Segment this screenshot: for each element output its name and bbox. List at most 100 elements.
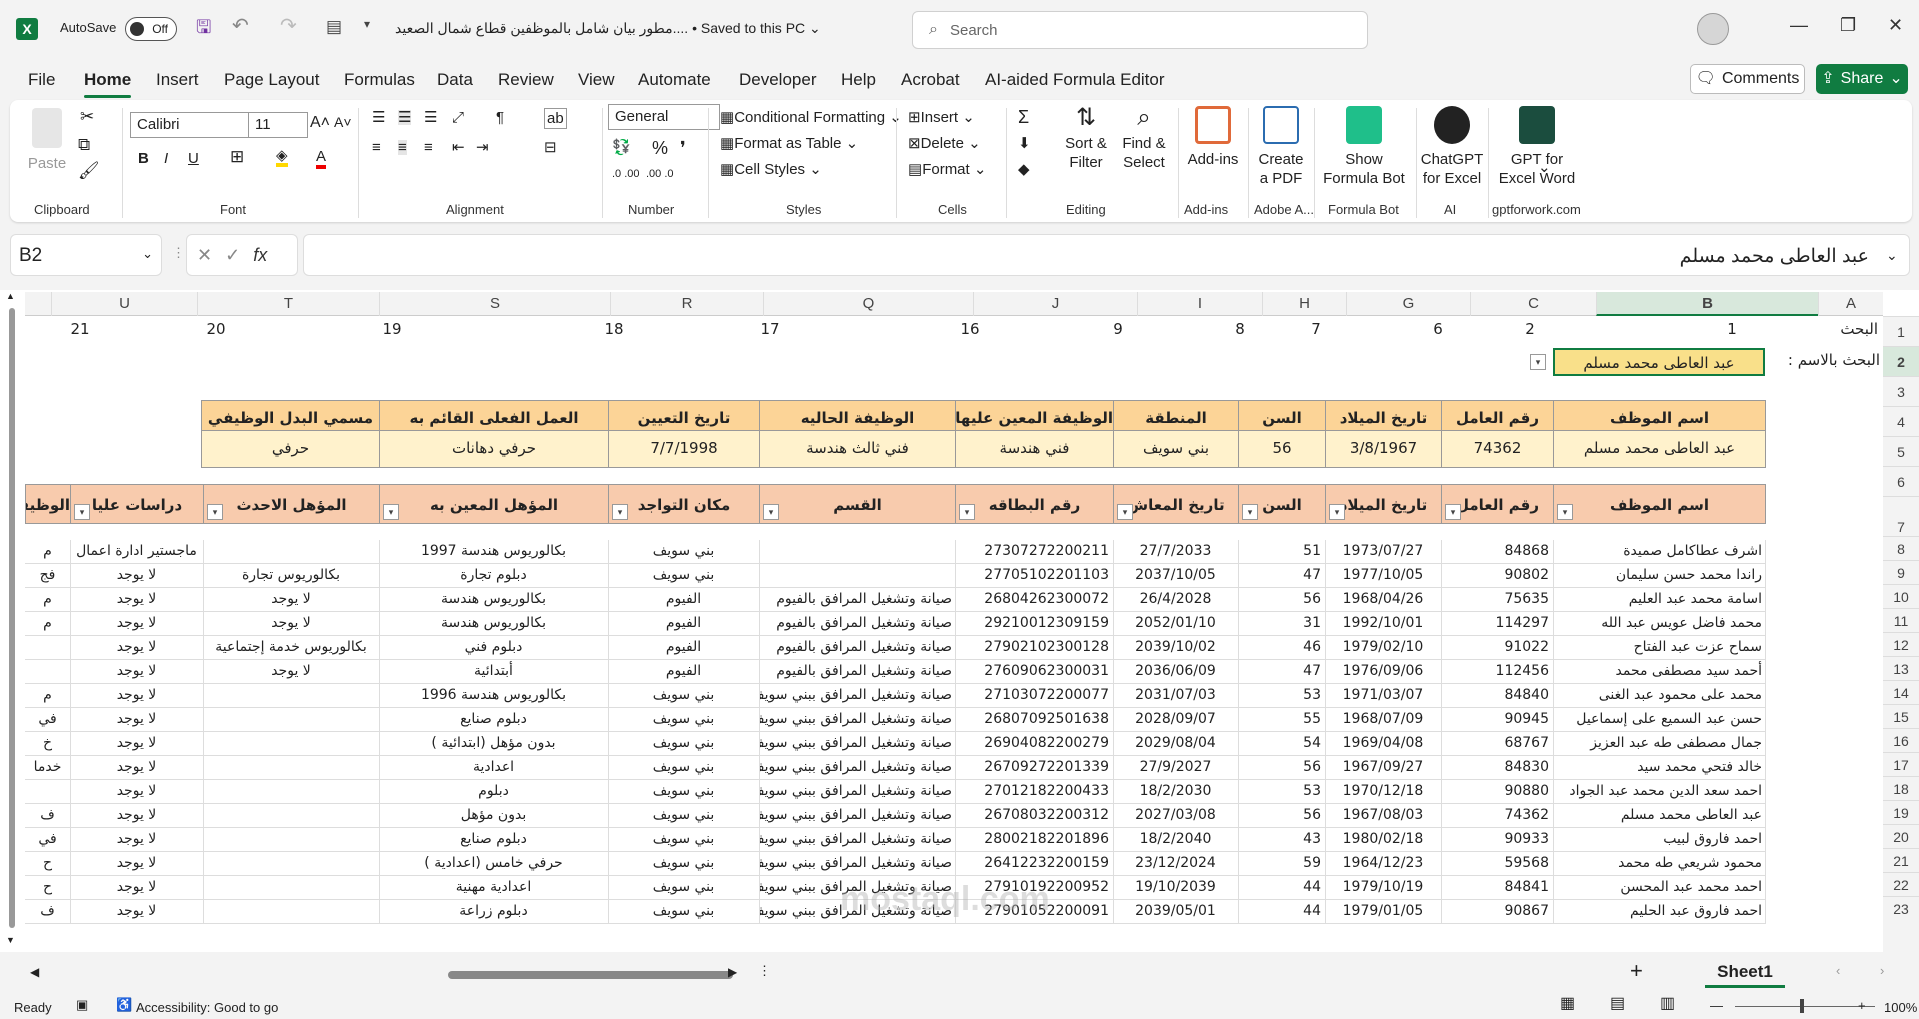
table-cell[interactable]: 2039/05/01: [1113, 900, 1239, 924]
close-icon[interactable]: ✕: [1888, 16, 1903, 34]
table-cell[interactable]: 1979/02/10: [1325, 636, 1442, 660]
filter-dropdown-icon[interactable]: ▾: [74, 504, 90, 520]
table-cell[interactable]: 56: [1238, 804, 1326, 828]
table-cell[interactable]: 1979/10/19: [1325, 876, 1442, 900]
search-box[interactable]: ⌕ Search: [912, 11, 1368, 49]
filter-dropdown-icon[interactable]: ▾: [1445, 504, 1461, 520]
table-cell[interactable]: خ: [25, 732, 71, 756]
next-sheet-icon[interactable]: ›: [1880, 964, 1884, 977]
table-cell[interactable]: م: [25, 540, 71, 564]
row-header[interactable]: 1: [1883, 316, 1919, 346]
table-cell[interactable]: 47: [1238, 564, 1326, 588]
table-cell[interactable]: بكالوريوس هندسة: [379, 612, 609, 636]
table-cell[interactable]: احمد سعد الدين محمد عبد الجواد: [1553, 780, 1766, 804]
tab-page-layout[interactable]: Page Layout: [224, 70, 319, 90]
create-pdf-button[interactable]: Create a PDF: [1254, 106, 1308, 188]
table-cell[interactable]: 53: [1238, 780, 1326, 804]
row-header[interactable]: 13: [1883, 656, 1919, 680]
table-cell[interactable]: 1967/08/03: [1325, 804, 1442, 828]
table-cell[interactable]: بني سويف: [608, 876, 760, 900]
table-cell[interactable]: عبد العاطى محمد مسلم: [1553, 804, 1766, 828]
table-cell[interactable]: 19/10/2039: [1113, 876, 1239, 900]
column-header[interactable]: B: [1596, 292, 1818, 316]
tab-developer[interactable]: Developer: [739, 70, 817, 90]
decrease-font-icon[interactable]: A˅: [334, 114, 352, 130]
table-cell[interactable]: 2036/06/09: [1113, 660, 1239, 684]
table-cell[interactable]: 2029/08/04: [1113, 732, 1239, 756]
table-cell[interactable]: 1970/12/18: [1325, 780, 1442, 804]
table-cell[interactable]: لا يوجد: [70, 732, 204, 756]
table-cell[interactable]: لا يوجد: [203, 588, 380, 612]
table-cell[interactable]: ماجستير ادارة اعمال: [70, 540, 204, 564]
table-cell[interactable]: 53: [1238, 684, 1326, 708]
row-header[interactable]: 22: [1883, 872, 1919, 896]
align-right-icon[interactable]: ≡: [424, 140, 433, 155]
paste-button[interactable]: Paste: [22, 108, 72, 173]
table-cell[interactable]: 1967/09/27: [1325, 756, 1442, 780]
redo-icon[interactable]: ↷: [280, 16, 297, 36]
worksheet[interactable]: ▲ ▼ ABCGHIJQRSTU 1 2 3 4 5 6 7 8 9 10 11 12 13 14 15 16…: [0, 290, 1919, 952]
orientation-icon[interactable]: ⤢: [452, 110, 464, 125]
table-cell[interactable]: احمد فاروق لبيب: [1553, 828, 1766, 852]
table-cell[interactable]: [25, 660, 71, 684]
table-cell[interactable]: 90802: [1441, 564, 1554, 588]
table-cell[interactable]: 44: [1238, 900, 1326, 924]
table-cell[interactable]: ف: [25, 804, 71, 828]
table-cell[interactable]: 1992/10/01: [1325, 612, 1442, 636]
column-header[interactable]: G: [1346, 292, 1470, 316]
table-cell[interactable]: 90945: [1441, 708, 1554, 732]
quick-access-more-icon[interactable]: ▾: [364, 18, 370, 30]
table-cell[interactable]: الفيوم: [608, 588, 760, 612]
table-cell[interactable]: لا يوجد: [203, 660, 380, 684]
borders-icon[interactable]: ⊞: [230, 148, 244, 165]
table-cell[interactable]: 1980/02/18: [1325, 828, 1442, 852]
table-cell[interactable]: احمد محمد عبد المحسن: [1553, 876, 1766, 900]
vertical-scrollbar[interactable]: ▲ ▼: [6, 292, 18, 946]
align-middle-icon[interactable]: ☰: [398, 110, 412, 125]
percent-icon[interactable]: %: [652, 138, 668, 159]
row-header[interactable]: 9: [1883, 560, 1919, 584]
autosave-toggle[interactable]: Off: [125, 17, 177, 41]
horizontal-scroll-thumb[interactable]: [448, 971, 733, 979]
table-cell[interactable]: 54: [1238, 732, 1326, 756]
column-header[interactable]: R: [610, 292, 763, 316]
table-cell[interactable]: الفيوم: [608, 660, 760, 684]
table-cell[interactable]: [203, 540, 380, 564]
filter-dropdown-icon[interactable]: ▾: [612, 504, 628, 520]
table-cell[interactable]: بكالوريوس تجارة: [203, 564, 380, 588]
table-cell[interactable]: 1973/07/27: [1325, 540, 1442, 564]
accounting-format-icon[interactable]: 💱: [612, 140, 631, 155]
table-cell[interactable]: لا يوجد: [70, 564, 204, 588]
document-title[interactable]: مطور بيان شامل بالموظفين قطاع شمال الصعي…: [395, 20, 821, 37]
save-icon[interactable]: 🖫: [196, 18, 211, 36]
normal-view-icon[interactable]: ▦: [1560, 996, 1575, 1012]
table-cell[interactable]: 1979/01/05: [1325, 900, 1442, 924]
table-cell[interactable]: دبلوم صنايع: [379, 828, 609, 852]
table-cell[interactable]: صيانة وتشغيل المرافق ببني سويف: [759, 684, 956, 708]
table-cell[interactable]: [203, 876, 380, 900]
table-cell[interactable]: دبلوم فني: [379, 636, 609, 660]
table-cell[interactable]: 2039/10/02: [1113, 636, 1239, 660]
row-header[interactable]: 5: [1883, 436, 1919, 466]
table-cell[interactable]: محمود شريعي طه محمد: [1553, 852, 1766, 876]
table-cell[interactable]: 90933: [1441, 828, 1554, 852]
row-header[interactable]: 16: [1883, 728, 1919, 752]
table-cell[interactable]: صيانة وتشغيل المرافق ببني سويف: [759, 804, 956, 828]
add-sheet-icon[interactable]: +: [1630, 960, 1643, 982]
merge-center-icon[interactable]: ⊟: [544, 140, 557, 155]
table-cell[interactable]: 1968/07/09: [1325, 708, 1442, 732]
column-header[interactable]: Q: [763, 292, 973, 316]
table-cell[interactable]: اسامة محمد عبد العليم: [1553, 588, 1766, 612]
table-cell[interactable]: [759, 564, 956, 588]
table-cell[interactable]: 27902102300128: [955, 636, 1114, 660]
enter-icon[interactable]: ✓: [225, 246, 240, 264]
zoom-slider-thumb[interactable]: [1800, 999, 1804, 1013]
page-layout-view-icon[interactable]: ▤: [1610, 996, 1625, 1012]
table-cell[interactable]: لا يوجد: [70, 588, 204, 612]
table-cell[interactable]: خالد فتحي محمد سيد: [1553, 756, 1766, 780]
zoom-level[interactable]: 100%: [1884, 1000, 1917, 1015]
row-header[interactable]: 20: [1883, 824, 1919, 848]
italic-icon[interactable]: I: [164, 150, 168, 167]
table-cell[interactable]: جمال مصطفى طه عبد العزيز: [1553, 732, 1766, 756]
zoom-in-icon[interactable]: +: [1858, 998, 1866, 1013]
